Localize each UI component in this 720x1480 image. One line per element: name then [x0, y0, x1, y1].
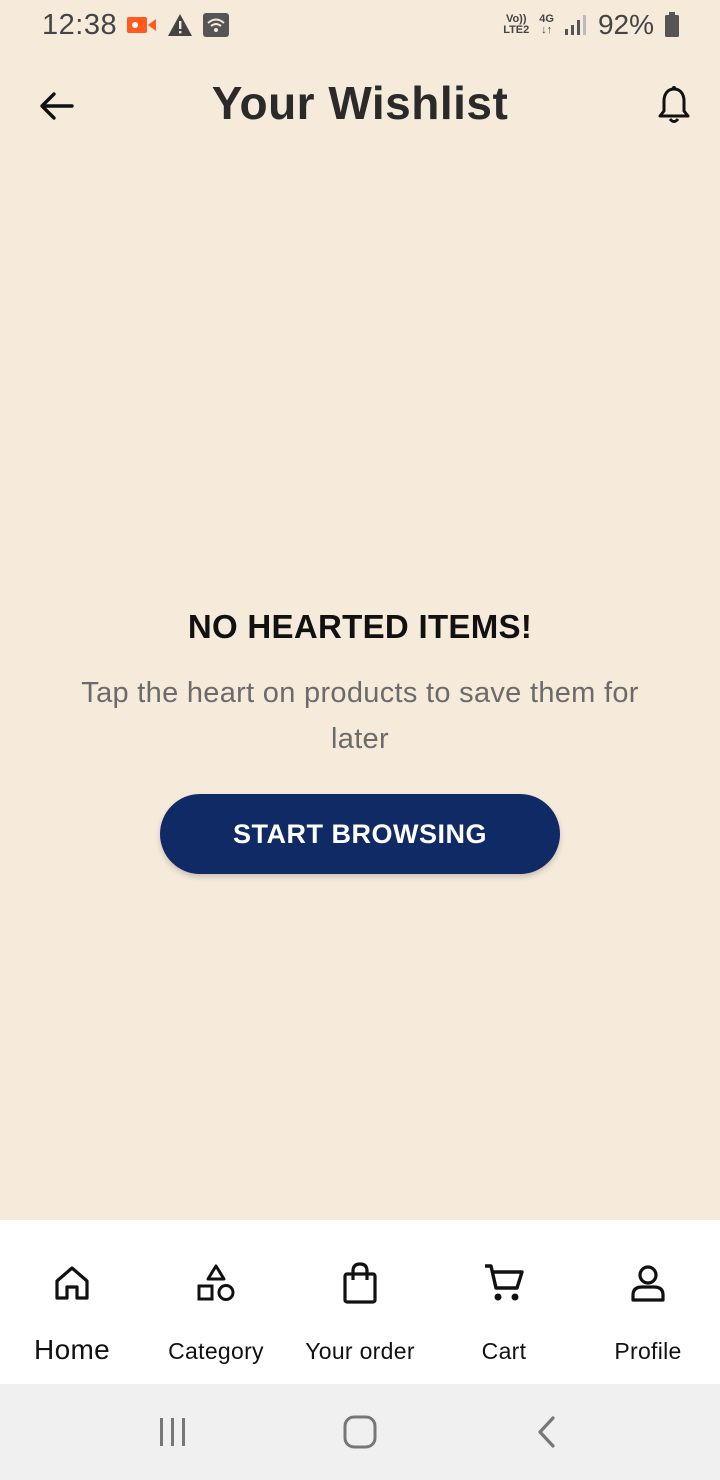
nav-label-cart: Cart — [481, 1338, 527, 1364]
empty-title: NO HEARTED ITEMS! — [187, 608, 533, 645]
nav-label-category: Category — [168, 1338, 264, 1364]
warning-icon — [167, 13, 193, 37]
network-type: Vo)) LTE2 — [503, 14, 529, 36]
network-lte-label: LTE2 — [503, 24, 530, 36]
battery-icon — [664, 12, 680, 38]
nav-item-home[interactable]: Home — [0, 1220, 144, 1384]
shopping-bag-icon — [288, 1260, 432, 1306]
data-arrows-icon: ↓↑ — [541, 24, 553, 36]
recent-apps-button[interactable] — [143, 1402, 203, 1462]
status-right: Vo)) LTE2 4G ↓↑ 92% — [503, 9, 680, 41]
nav-item-cart[interactable]: Cart — [432, 1220, 576, 1384]
nav-label-your-order: Your order — [305, 1338, 415, 1364]
battery-percent: 92% — [597, 9, 654, 40]
video-record-icon — [127, 15, 157, 35]
nav-item-category[interactable]: Category — [144, 1220, 288, 1384]
nav-item-profile[interactable]: Profile — [576, 1220, 720, 1384]
cart-icon — [432, 1260, 576, 1306]
system-home-button[interactable] — [330, 1402, 390, 1462]
status-time: 12:38 — [42, 8, 118, 41]
wifi-icon — [203, 13, 230, 37]
profile-icon — [576, 1260, 720, 1306]
back-chevron-icon — [538, 1416, 555, 1448]
recent-apps-icon — [160, 1418, 186, 1446]
signal-icon — [564, 14, 588, 36]
status-left: 12:38 — [42, 8, 230, 42]
app-bar: Your Wishlist — [0, 60, 720, 150]
nav-label-home: Home — [34, 1334, 110, 1365]
empty-state: NO HEARTED ITEMS! Tap the heart on produ… — [0, 608, 720, 874]
system-back-button[interactable] — [517, 1402, 577, 1462]
bell-icon — [658, 86, 690, 123]
notification-button[interactable] — [652, 82, 696, 128]
status-bar: 12:38 Vo)) LTE2 4G ↓↑ 92% — [0, 0, 720, 50]
page-title: Your Wishlist — [211, 77, 509, 129]
shapes-icon — [144, 1260, 288, 1306]
bottom-nav: Home Category Your order Cart Profile — [0, 1220, 720, 1384]
nav-item-your-order[interactable]: Your order — [288, 1220, 432, 1384]
empty-subtitle: Tap the heart on products to save them f… — [81, 677, 639, 755]
start-browsing-button[interactable]: START BROWSING — [160, 794, 560, 874]
network-gen: 4G ↓↑ — [539, 14, 554, 36]
home-circle-icon — [343, 1415, 377, 1449]
home-icon — [0, 1260, 144, 1306]
system-nav-bar — [0, 1384, 720, 1480]
nav-label-profile: Profile — [614, 1338, 682, 1364]
